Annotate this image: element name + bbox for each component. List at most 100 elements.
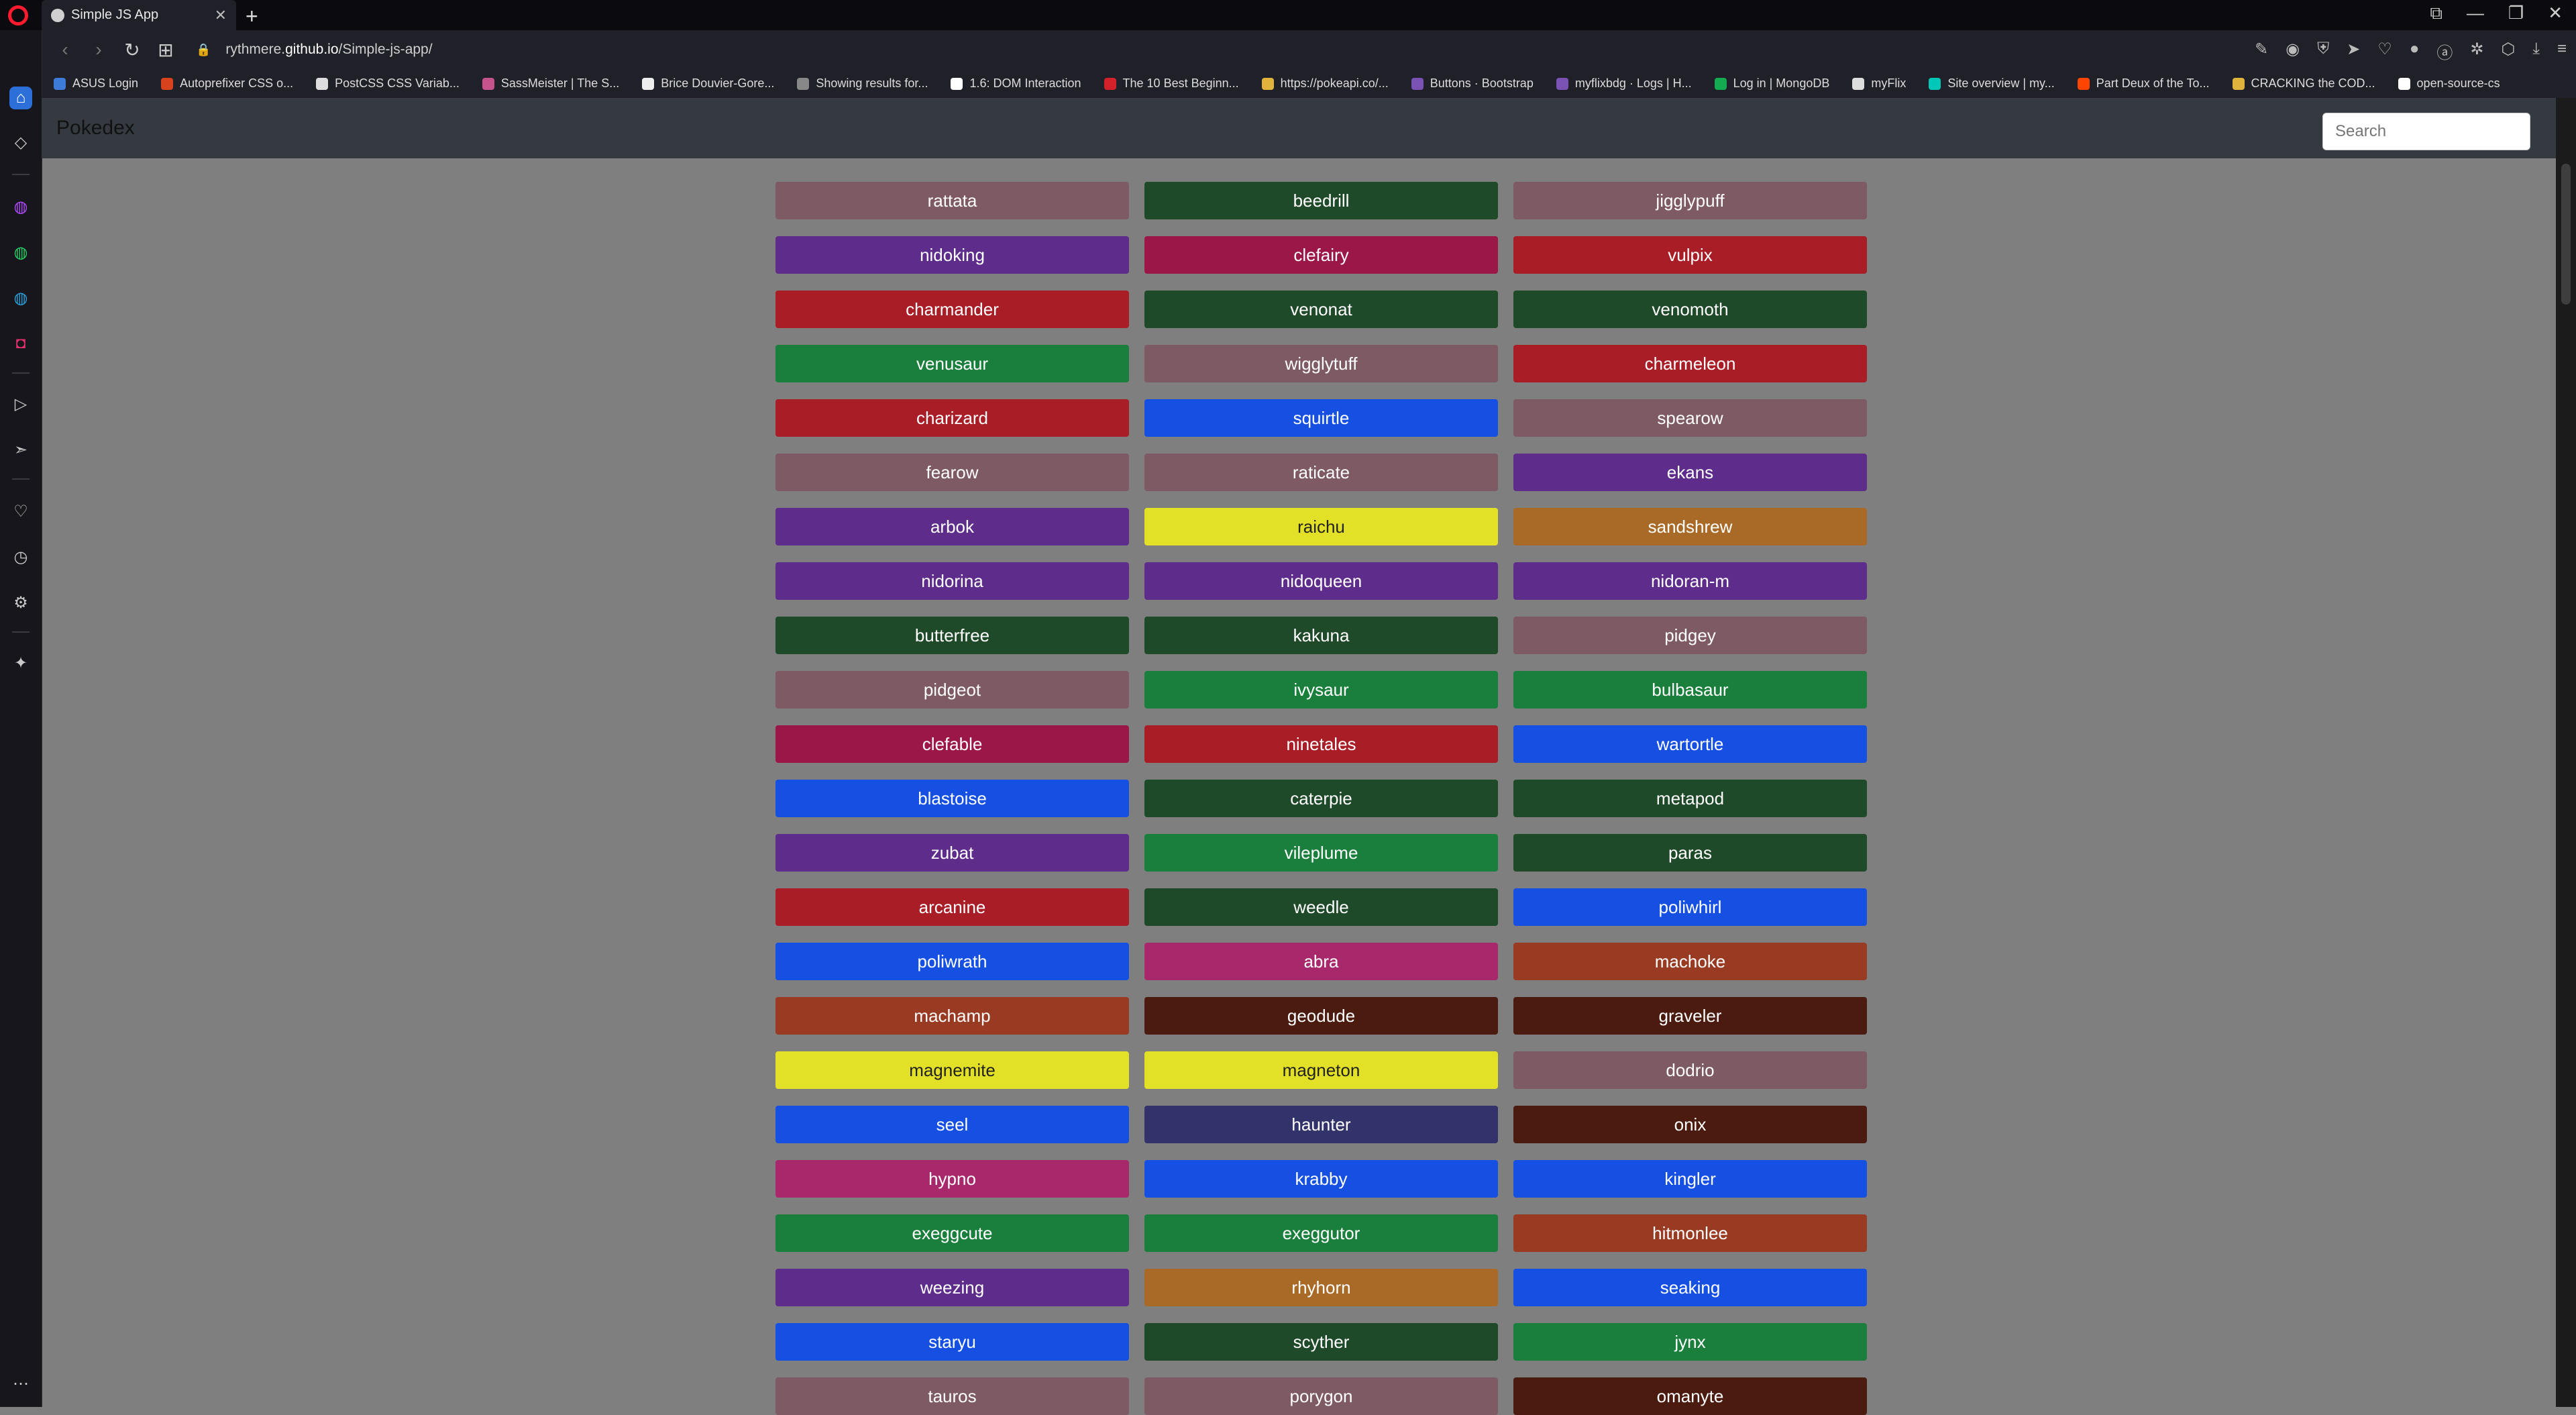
pokemon-button-exeggcute[interactable]: exeggcute xyxy=(775,1214,1129,1252)
pokemon-button-rhyhorn[interactable]: rhyhorn xyxy=(1144,1269,1498,1306)
pokemon-button-porygon[interactable]: porygon xyxy=(1144,1377,1498,1415)
extension-a-icon[interactable]: ⓐ xyxy=(2436,40,2453,63)
pokemon-button-jynx[interactable]: jynx xyxy=(1513,1323,1867,1361)
pokemon-button-nidoking[interactable]: nidoking xyxy=(775,236,1129,274)
pokemon-button-weedle[interactable]: weedle xyxy=(1144,888,1498,926)
lightbulb-icon[interactable]: ✦ xyxy=(9,651,32,674)
pokemon-button-venomoth[interactable]: venomoth xyxy=(1513,291,1867,328)
bookmark-item[interactable]: https://pokeapi.co/... xyxy=(1261,76,1389,91)
page-scrollbar[interactable] xyxy=(2556,98,2576,1407)
pencil-icon[interactable]: ✎ xyxy=(2255,40,2268,63)
pokemon-button-kingler[interactable]: kingler xyxy=(1513,1160,1867,1198)
player-icon[interactable]: ▷ xyxy=(9,392,32,415)
camera-icon[interactable]: ◉ xyxy=(2286,40,2300,63)
pokemon-button-wartortle[interactable]: wartortle xyxy=(1513,725,1867,763)
snapshot-icon[interactable]: ⧉ xyxy=(2430,3,2443,24)
pokemon-button-arcanine[interactable]: arcanine xyxy=(775,888,1129,926)
download-icon[interactable]: ⤓ xyxy=(2532,40,2540,63)
bookmark-item[interactable]: open-source-cs xyxy=(2398,76,2500,91)
pokemon-button-rattata[interactable]: rattata xyxy=(775,182,1129,219)
bookmark-item[interactable]: Log in | MongoDB xyxy=(1714,76,1829,91)
send-icon[interactable]: ➤ xyxy=(2347,40,2360,63)
heart-icon[interactable]: ♡ xyxy=(9,500,32,523)
pokemon-button-paras[interactable]: paras xyxy=(1513,834,1867,872)
back-button[interactable]: ‹ xyxy=(55,39,75,60)
menu-icon[interactable]: ≡ xyxy=(2557,40,2567,63)
pokemon-button-caterpie[interactable]: caterpie xyxy=(1144,780,1498,817)
brand-title[interactable]: Pokedex xyxy=(56,117,135,140)
bookmark-item[interactable]: Part Deux of the To... xyxy=(2077,76,2210,91)
reload-button[interactable]: ↻ xyxy=(122,39,142,61)
pokemon-button-weezing[interactable]: weezing xyxy=(775,1269,1129,1306)
pokemon-button-beedrill[interactable]: beedrill xyxy=(1144,182,1498,219)
pokemon-button-sandshrew[interactable]: sandshrew xyxy=(1513,508,1867,545)
forward-button[interactable]: › xyxy=(89,39,109,60)
pokemon-button-seel[interactable]: seel xyxy=(775,1106,1129,1143)
pokemon-button-zubat[interactable]: zubat xyxy=(775,834,1129,872)
pokemon-button-butterfree[interactable]: butterfree xyxy=(775,617,1129,654)
more-icon[interactable]: ⋯ xyxy=(9,1372,32,1395)
pokemon-button-poliwhirl[interactable]: poliwhirl xyxy=(1513,888,1867,926)
pokemon-button-tauros[interactable]: tauros xyxy=(775,1377,1129,1415)
browser-tab[interactable]: Simple JS App ✕ xyxy=(42,0,236,30)
url-field[interactable]: 🔒 rythmere. github.io/Simple-js-app/ xyxy=(196,42,433,58)
heart-icon[interactable]: ♡ xyxy=(2377,40,2392,63)
instagram-icon[interactable]: ◘ xyxy=(9,332,32,355)
telegram-icon[interactable]: ◍ xyxy=(9,286,32,309)
pokemon-button-machoke[interactable]: machoke xyxy=(1513,943,1867,980)
shield-icon[interactable]: ⛨ xyxy=(2317,40,2329,63)
pokemon-button-poliwrath[interactable]: poliwrath xyxy=(775,943,1129,980)
settings-icon[interactable]: ⚙ xyxy=(9,591,32,614)
history-icon[interactable]: ◷ xyxy=(9,545,32,568)
pokemon-button-ekans[interactable]: ekans xyxy=(1513,454,1867,491)
pokemon-button-exeggutor[interactable]: exeggutor xyxy=(1144,1214,1498,1252)
bookmark-item[interactable]: Brice Douvier-Gore... xyxy=(642,76,774,91)
pokemon-button-fearow[interactable]: fearow xyxy=(775,454,1129,491)
pokemon-button-nidoran-m[interactable]: nidoran-m xyxy=(1513,562,1867,600)
pokemon-button-onix[interactable]: onix xyxy=(1513,1106,1867,1143)
pokemon-button-magnemite[interactable]: magnemite xyxy=(775,1051,1129,1089)
opera-logo-icon[interactable] xyxy=(8,5,28,25)
pokemon-button-metapod[interactable]: metapod xyxy=(1513,780,1867,817)
messenger-icon[interactable]: ◍ xyxy=(9,195,32,218)
flow-icon[interactable]: ➣ xyxy=(9,438,32,461)
pokemon-button-geodude[interactable]: geodude xyxy=(1144,997,1498,1035)
pokemon-button-scyther[interactable]: scyther xyxy=(1144,1323,1498,1361)
pokemon-button-magneton[interactable]: magneton xyxy=(1144,1051,1498,1089)
pokemon-button-blastoise[interactable]: blastoise xyxy=(775,780,1129,817)
pokemon-button-bulbasaur[interactable]: bulbasaur xyxy=(1513,671,1867,709)
scrollbar-thumb[interactable] xyxy=(2561,164,2571,305)
settings-gear-icon[interactable]: ✲ xyxy=(2470,40,2483,63)
home-icon[interactable]: ⌂ xyxy=(9,87,32,109)
minimize-button[interactable]: — xyxy=(2467,3,2484,24)
pokemon-button-vulpix[interactable]: vulpix xyxy=(1513,236,1867,274)
whatsapp-icon[interactable]: ◍ xyxy=(9,241,32,264)
pokemon-button-clefable[interactable]: clefable xyxy=(775,725,1129,763)
pokemon-button-abra[interactable]: abra xyxy=(1144,943,1498,980)
pokemon-button-seaking[interactable]: seaking xyxy=(1513,1269,1867,1306)
pokemon-button-arbok[interactable]: arbok xyxy=(775,508,1129,545)
restore-button[interactable]: ❐ xyxy=(2508,3,2524,24)
pokemon-button-wigglytuff[interactable]: wigglytuff xyxy=(1144,345,1498,382)
extension-icon[interactable]: ● xyxy=(2410,40,2420,63)
bookmark-item[interactable]: ASUS Login xyxy=(54,76,138,91)
pokemon-button-nidorina[interactable]: nidorina xyxy=(775,562,1129,600)
pokemon-button-nidoqueen[interactable]: nidoqueen xyxy=(1144,562,1498,600)
pokemon-button-venonat[interactable]: venonat xyxy=(1144,291,1498,328)
bookmark-item[interactable]: CRACKING the COD... xyxy=(2232,76,2375,91)
pokemon-button-clefairy[interactable]: clefairy xyxy=(1144,236,1498,274)
bookmark-item[interactable]: SassMeister | The S... xyxy=(482,76,619,91)
pokemon-button-dodrio[interactable]: dodrio xyxy=(1513,1051,1867,1089)
bookmark-item[interactable]: Site overview | my... xyxy=(1929,76,2055,91)
pokemon-button-hypno[interactable]: hypno xyxy=(775,1160,1129,1198)
bookmark-item[interactable]: 1.6: DOM Interaction xyxy=(951,76,1081,91)
pokemon-button-raichu[interactable]: raichu xyxy=(1144,508,1498,545)
new-tab-button[interactable]: + xyxy=(246,4,258,29)
bookmark-item[interactable]: Buttons · Bootstrap xyxy=(1411,76,1534,91)
search-input[interactable] xyxy=(2322,113,2530,150)
pokemon-button-pidgey[interactable]: pidgey xyxy=(1513,617,1867,654)
pokemon-button-jigglypuff[interactable]: jigglypuff xyxy=(1513,182,1867,219)
pokemon-button-omanyte[interactable]: omanyte xyxy=(1513,1377,1867,1415)
close-tab-icon[interactable]: ✕ xyxy=(215,7,227,24)
pokemon-button-staryu[interactable]: staryu xyxy=(775,1323,1129,1361)
